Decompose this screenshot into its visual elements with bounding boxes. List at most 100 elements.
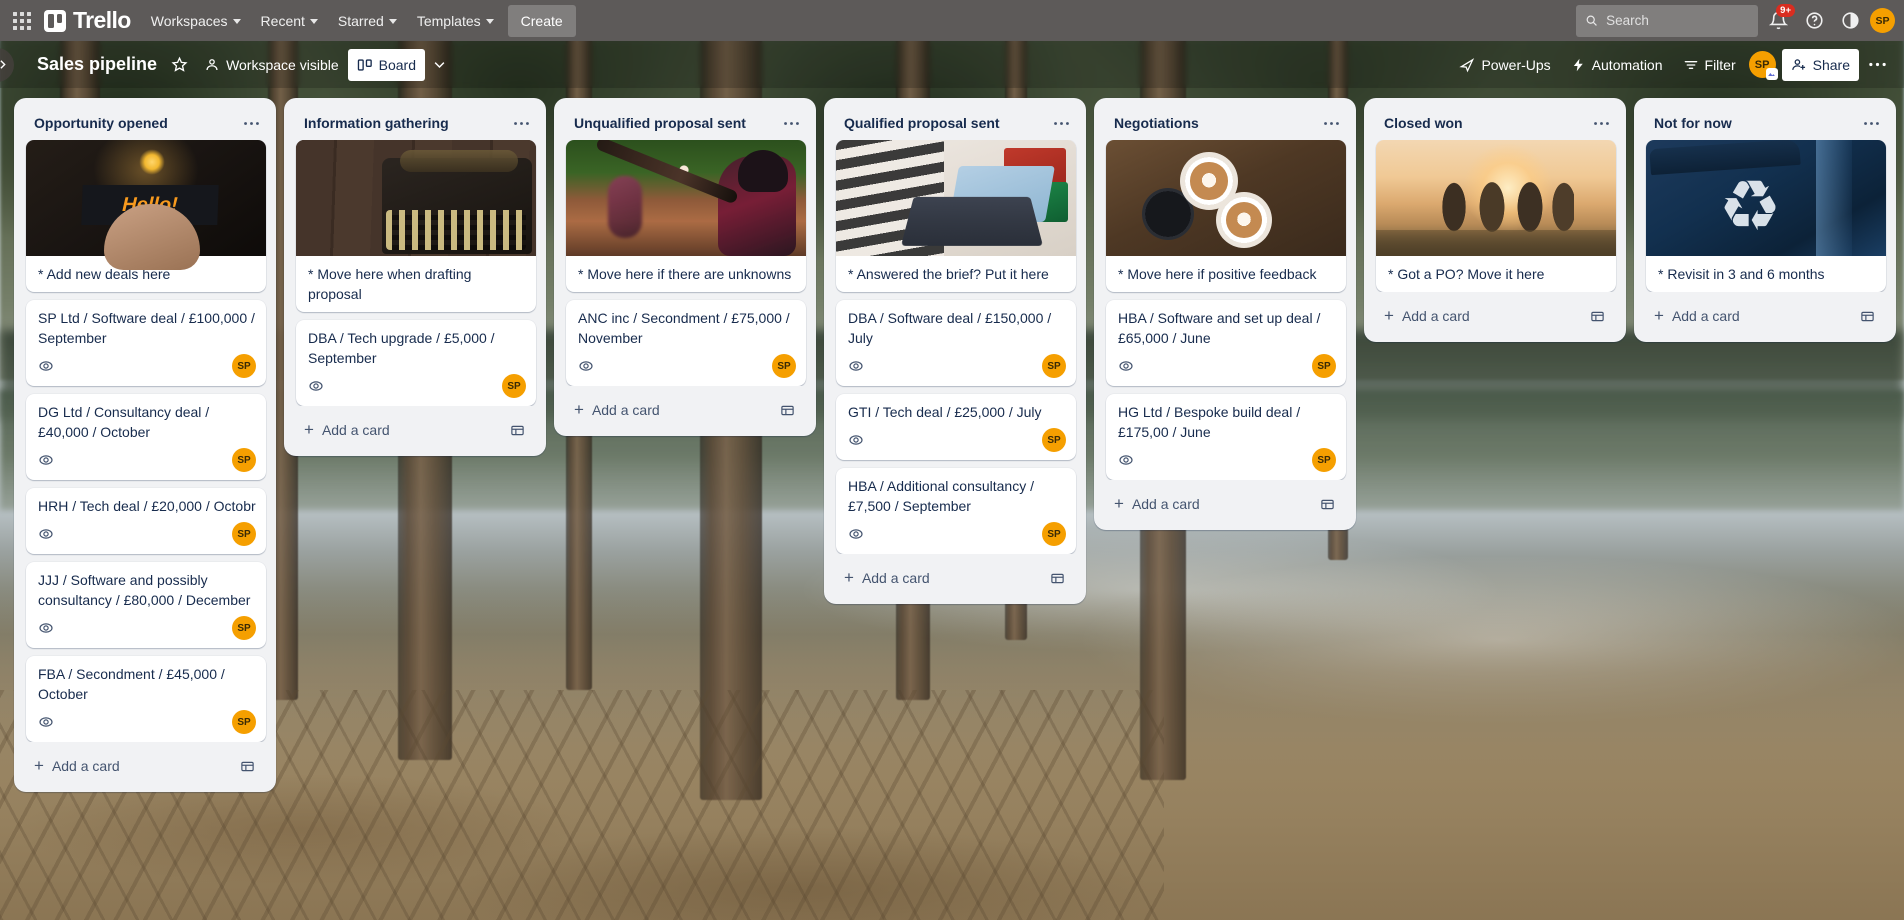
star-board-button[interactable]	[164, 49, 195, 81]
card-member-avatar[interactable]: SP	[1312, 354, 1336, 378]
card-title: DBA / Tech upgrade / £5,000 / September	[308, 330, 495, 366]
card-member-avatar[interactable]: SP	[502, 374, 526, 398]
card[interactable]: JJJ / Software and possibly consultancy …	[26, 562, 266, 648]
card-title: FBA / Secondment / £45,000 / October	[38, 666, 225, 702]
card-template-icon[interactable]	[1316, 493, 1338, 515]
card-template-icon[interactable]	[1586, 305, 1608, 327]
page-title[interactable]: Sales pipeline	[30, 50, 164, 79]
add-card-button[interactable]: + Add a card	[836, 560, 1076, 596]
card-member-avatar[interactable]: SP	[772, 354, 796, 378]
card[interactable]: DBA / Software deal / £150,000 / July SP	[836, 300, 1076, 386]
card-template-icon[interactable]	[1856, 305, 1878, 327]
list-title[interactable]: Negotiations	[1110, 113, 1203, 133]
list-actions-button[interactable]	[238, 110, 264, 136]
list-title[interactable]: Information gathering	[300, 113, 453, 133]
card-title: * Revisit in 3 and 6 months	[1658, 266, 1825, 282]
card-body: * Got a PO? Move it here	[1376, 256, 1616, 292]
help-button[interactable]	[1798, 5, 1830, 37]
cover-typewriter-roller	[400, 150, 518, 172]
card[interactable]: * Move here if positive feedback	[1106, 140, 1346, 292]
filter-label: Filter	[1704, 56, 1736, 73]
filter-button[interactable]: Filter	[1674, 49, 1745, 81]
theme-toggle-button[interactable]	[1834, 5, 1866, 37]
card-member-avatar[interactable]: SP	[232, 354, 256, 378]
list-title[interactable]: Opportunity opened	[30, 113, 172, 133]
list-title[interactable]: Unqualified proposal sent	[570, 113, 750, 133]
list-header: Information gathering	[292, 106, 538, 140]
card[interactable]: Hello! * Add new deals here	[26, 140, 266, 292]
nav-starred-label: Starred	[337, 12, 384, 29]
nav-recent-menu[interactable]: Recent	[251, 5, 328, 37]
card[interactable]: * Move here if there are unknowns	[566, 140, 806, 292]
board-lists-container[interactable]: Opportunity opened Hello! * Add new deal…	[0, 88, 1904, 920]
card[interactable]: HRH / Tech deal / £20,000 / Octobr SP	[26, 488, 266, 554]
card[interactable]: HBA / Software and set up deal / £65,000…	[1106, 300, 1346, 386]
card[interactable]: GTI / Tech deal / £25,000 / July SP	[836, 394, 1076, 460]
list-actions-button[interactable]	[778, 110, 804, 136]
search-box[interactable]	[1576, 4, 1758, 37]
board-overflow-menu-button[interactable]	[1861, 49, 1894, 81]
add-card-button[interactable]: + Add a card	[1646, 298, 1886, 334]
add-card-label: Add a card	[591, 402, 660, 418]
nav-starred-menu[interactable]: Starred	[328, 5, 407, 37]
card-member-avatar[interactable]: SP	[1312, 448, 1336, 472]
create-button[interactable]: Create	[507, 4, 576, 37]
automation-button[interactable]: Automation	[1562, 49, 1672, 81]
power-ups-button[interactable]: Power-Ups	[1450, 49, 1559, 81]
trello-logo[interactable]: Trello	[38, 7, 141, 34]
add-card-button[interactable]: + Add a card	[566, 392, 806, 428]
card[interactable]: SP Ltd / Software deal / £100,000 / Sept…	[26, 300, 266, 386]
card[interactable]: DG Ltd / Consultancy deal / £40,000 / Oc…	[26, 394, 266, 480]
card-member-avatar[interactable]: SP	[232, 448, 256, 472]
board-view-selector[interactable]: Board	[347, 48, 425, 81]
card-template-icon[interactable]	[506, 419, 528, 441]
card[interactable]: * Got a PO? Move it here	[1376, 140, 1616, 292]
list-actions-button[interactable]	[1588, 110, 1614, 136]
list-actions-button[interactable]	[508, 110, 534, 136]
card[interactable]: DBA / Tech upgrade / £5,000 / September …	[296, 320, 536, 406]
sidebar-expand-button[interactable]	[0, 47, 14, 82]
board-member-avatar[interactable]: SP	[1748, 51, 1778, 80]
share-button[interactable]: Share	[1781, 48, 1859, 81]
list-actions-button[interactable]	[1318, 110, 1344, 136]
card[interactable]: HBA / Additional consultancy / £7,500 / …	[836, 468, 1076, 554]
account-avatar[interactable]: SP	[1870, 8, 1895, 33]
card-template-icon[interactable]	[776, 399, 798, 421]
board-view-dropdown-button[interactable]	[425, 49, 454, 81]
card-member-avatar[interactable]: SP	[1042, 428, 1066, 452]
nav-templates-menu[interactable]: Templates	[407, 5, 504, 37]
apps-grid-icon[interactable]	[6, 5, 38, 37]
nav-workspaces-menu[interactable]: Workspaces	[141, 5, 251, 37]
card[interactable]: ANC inc / Secondment / £75,000 / Novembe…	[566, 300, 806, 386]
search-input[interactable]	[1606, 13, 1749, 28]
card[interactable]: * Answered the brief? Put it here	[836, 140, 1076, 292]
card-member-avatar[interactable]: SP	[1042, 354, 1066, 378]
add-card-button[interactable]: + Add a card	[26, 748, 266, 784]
card-body: FBA / Secondment / £45,000 / October SP	[26, 656, 266, 742]
card-member-avatar[interactable]: SP	[232, 522, 256, 546]
card-template-icon[interactable]	[1046, 567, 1068, 589]
eye-watch-icon	[1119, 361, 1133, 371]
list-title[interactable]: Qualified proposal sent	[840, 113, 1004, 133]
board-header-right-cluster: Power-Ups Automation Filter SP Share	[1450, 48, 1894, 81]
card-member-avatar[interactable]: SP	[232, 710, 256, 734]
card[interactable]: * Move here when drafting proposal	[296, 140, 536, 312]
card-title: DG Ltd / Consultancy deal / £40,000 / Oc…	[38, 404, 210, 440]
add-card-button[interactable]: + Add a card	[1376, 298, 1616, 334]
list-actions-button[interactable]	[1048, 110, 1074, 136]
board-visibility-button[interactable]: Workspace visible	[195, 49, 348, 81]
add-card-button[interactable]: + Add a card	[1106, 486, 1346, 522]
list-title[interactable]: Closed won	[1380, 113, 1467, 133]
grid-apps-icon	[13, 11, 31, 30]
add-card-button[interactable]: + Add a card	[296, 412, 536, 448]
notifications-button[interactable]: 9+	[1762, 3, 1795, 37]
card[interactable]: HG Ltd / Bespoke build deal / £175,00 / …	[1106, 394, 1346, 480]
card-template-icon[interactable]	[236, 755, 258, 777]
card-member-avatar[interactable]: SP	[1042, 522, 1066, 546]
list-actions-button[interactable]	[1858, 110, 1884, 136]
card-member-avatar[interactable]: SP	[232, 616, 256, 640]
card[interactable]: FBA / Secondment / £45,000 / October SP	[26, 656, 266, 742]
workspace-glyph-icon	[1768, 72, 1776, 76]
card[interactable]: ♻ * Revisit in 3 and 6 months	[1646, 140, 1886, 292]
list-title[interactable]: Not for now	[1650, 113, 1736, 133]
